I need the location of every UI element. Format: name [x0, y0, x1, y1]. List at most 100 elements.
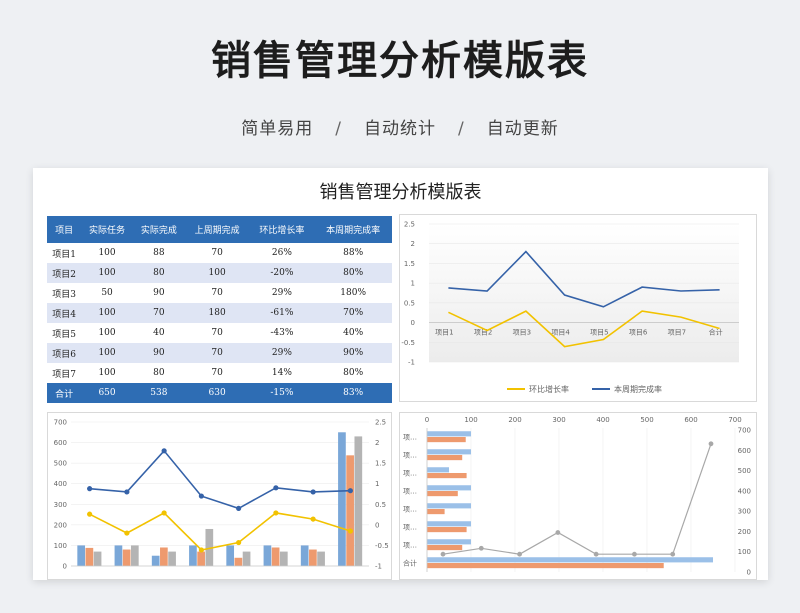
- table-cell[interactable]: 80: [132, 263, 185, 283]
- bar: [226, 545, 235, 566]
- table-cell[interactable]: 70%: [314, 303, 392, 323]
- table-cell[interactable]: 100: [81, 343, 133, 363]
- table-total-row[interactable]: 合计 650 538 630 -15% 83%: [47, 383, 392, 403]
- table-cell[interactable]: 项目4: [47, 303, 82, 323]
- bar: [427, 491, 458, 497]
- combo-bar-line-chart[interactable]: 700 600 500 400 300 200 100 0 2.5 2 1.5 1 0.5 0 -0.5 -1: [47, 412, 392, 580]
- subtitle-separator: /: [335, 119, 342, 139]
- y-tick-label: 项…: [403, 506, 417, 514]
- x-tick-label: 100: [464, 416, 477, 424]
- series-point: [124, 489, 130, 495]
- table-cell[interactable]: 项目2: [47, 263, 82, 283]
- table-cell[interactable]: 90: [132, 343, 185, 363]
- table-cell[interactable]: 26%: [249, 243, 315, 263]
- table-cell[interactable]: 180: [184, 303, 250, 323]
- y2-tick-label: 0: [747, 569, 751, 577]
- table-cell[interactable]: 合计: [47, 383, 82, 403]
- series-point: [124, 530, 130, 536]
- y-tick-label: 100: [54, 542, 67, 550]
- table-row[interactable]: 项目6 100 90 70 29% 90%: [47, 343, 392, 363]
- table-row[interactable]: 项目2 100 80 100 -20% 80%: [47, 263, 392, 283]
- table-cell[interactable]: 70: [184, 343, 250, 363]
- sales-table: 项目 实际任务 实际完成 上周期完成 环比增长率 本周期完成率 项目1 100 …: [47, 216, 392, 403]
- table-cell[interactable]: 80%: [314, 363, 392, 383]
- table-cell[interactable]: -61%: [249, 303, 315, 323]
- series-point: [87, 511, 93, 517]
- table-cell[interactable]: 14%: [249, 363, 315, 383]
- table-cell[interactable]: 630: [184, 383, 250, 403]
- table-cell[interactable]: 70: [184, 283, 250, 303]
- table-cell[interactable]: 180%: [314, 283, 392, 303]
- table-cell[interactable]: 650: [81, 383, 133, 403]
- plot-area: [429, 224, 739, 362]
- table-row[interactable]: 项目4 100 70 180 -61% 70%: [47, 303, 392, 323]
- table-cell[interactable]: 538: [132, 383, 185, 403]
- table-cell[interactable]: 70: [184, 323, 250, 343]
- subtitle-item-auto-stat: 自动统计: [364, 119, 436, 139]
- table-cell[interactable]: 100: [184, 263, 250, 283]
- y2-tick-label: 2: [375, 439, 379, 447]
- table-row[interactable]: 项目5 100 40 70 -43% 40%: [47, 323, 392, 343]
- bar: [93, 551, 102, 566]
- table-cell[interactable]: 项目3: [47, 283, 82, 303]
- x-tick-label: 500: [640, 416, 653, 424]
- x-tick-label: 合计: [709, 328, 723, 337]
- subtitle: 简单易用 / 自动统计 / 自动更新: [0, 114, 800, 139]
- bar: [427, 431, 471, 437]
- x-tick-label: 项目3: [513, 329, 531, 337]
- table-cell[interactable]: 项目5: [47, 323, 82, 343]
- rate-line-chart[interactable]: 2.5 2 1.5 1 0.5 0 -0.5 -1 项目1 项目2 项目3 项目4 项目5 项目6 项目7 合…: [399, 214, 757, 402]
- table-cell[interactable]: 29%: [249, 343, 315, 363]
- x-tick-label: 300: [552, 416, 565, 424]
- table-cell[interactable]: 项目7: [47, 363, 82, 383]
- table-cell[interactable]: 70: [184, 243, 250, 263]
- table-cell[interactable]: 40%: [314, 323, 392, 343]
- table-cell[interactable]: 88%: [314, 243, 392, 263]
- table-cell[interactable]: 83%: [314, 383, 392, 403]
- table-cell[interactable]: -43%: [249, 323, 315, 343]
- column-header: 上周期完成: [184, 216, 250, 243]
- table-cell[interactable]: -15%: [249, 383, 315, 403]
- table-cell[interactable]: 70: [184, 363, 250, 383]
- table-cell[interactable]: 80: [132, 363, 185, 383]
- y-tick-label: 项…: [403, 542, 417, 550]
- bar: [354, 436, 363, 566]
- table-cell[interactable]: 50: [81, 283, 133, 303]
- bar: [427, 539, 471, 545]
- bar: [317, 551, 325, 566]
- table-cell[interactable]: 90%: [314, 343, 392, 363]
- table-cell[interactable]: 88: [132, 243, 185, 263]
- table-cell[interactable]: 70: [132, 303, 185, 323]
- spreadsheet-preview: 销售管理分析模版表 项目 实际任务 实际完成 上周期完成 环比增长率 本周期完成…: [33, 168, 768, 580]
- table-cell[interactable]: 项目1: [47, 243, 82, 263]
- series-point: [347, 488, 353, 494]
- table-cell[interactable]: 29%: [249, 283, 315, 303]
- y2-tick-label: 0.5: [375, 501, 386, 509]
- column-header: 实际完成: [132, 216, 185, 243]
- table-cell[interactable]: 100: [81, 363, 133, 383]
- legend-label: 本周期完成率: [614, 384, 662, 394]
- table-cell[interactable]: 100: [81, 263, 133, 283]
- subtitle-item-easy: 简单易用: [241, 119, 314, 139]
- y2-tick-label: 700: [738, 427, 751, 435]
- bar: [263, 545, 272, 566]
- table-row[interactable]: 项目7 100 80 70 14% 80%: [47, 363, 392, 383]
- table-cell[interactable]: 100: [81, 303, 133, 323]
- bar: [338, 432, 346, 566]
- table-cell[interactable]: 80%: [314, 263, 392, 283]
- table-cell[interactable]: 100: [81, 243, 133, 263]
- column-header: 项目: [47, 216, 82, 243]
- series-point: [310, 489, 316, 495]
- table-row[interactable]: 项目1 100 88 70 26% 88%: [47, 243, 392, 263]
- table-cell[interactable]: 项目6: [47, 343, 82, 363]
- table-row[interactable]: 项目3 50 90 70 29% 180%: [47, 283, 392, 303]
- y-tick-label: 500: [54, 460, 67, 468]
- column-header: 环比增长率: [249, 216, 315, 243]
- table-cell[interactable]: 100: [81, 323, 133, 343]
- x-tick-label: 0: [425, 416, 429, 424]
- table-cell[interactable]: 90: [132, 283, 185, 303]
- table-cell[interactable]: 40: [132, 323, 185, 343]
- table-cell[interactable]: -20%: [249, 263, 315, 283]
- bar: [427, 527, 467, 533]
- horizontal-bar-chart[interactable]: 0 100 200 300 400 500 600 700 700 600 500 400 300 200…: [399, 412, 757, 580]
